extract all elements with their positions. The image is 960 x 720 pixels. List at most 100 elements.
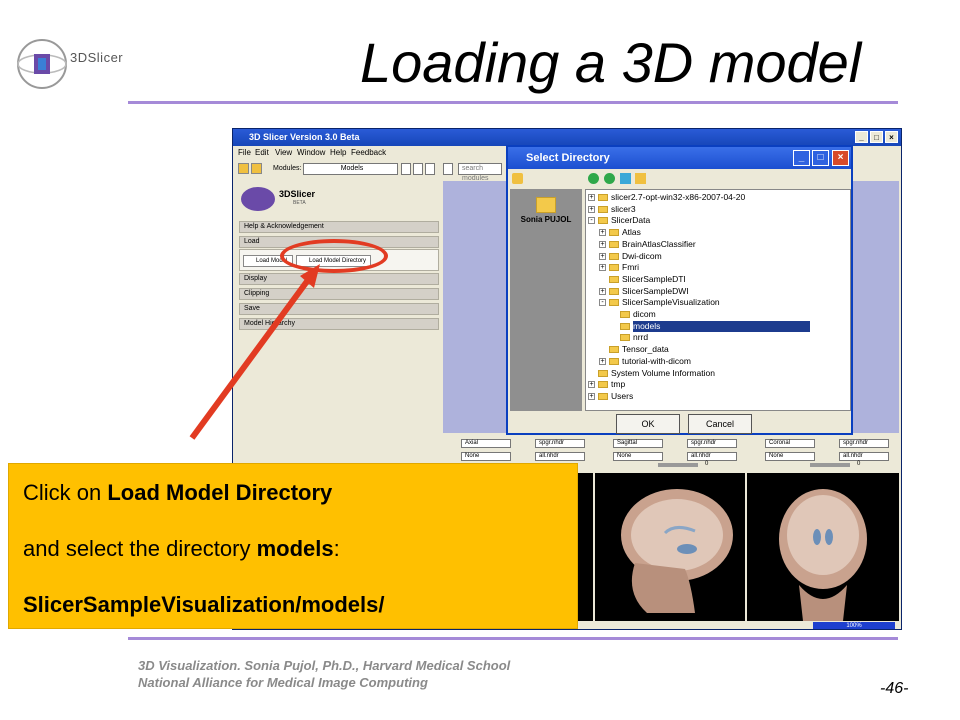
axial-label-select[interactable]: None: [461, 452, 511, 461]
coronal-orientation-select[interactable]: Coronal: [765, 439, 815, 448]
expand-icon[interactable]: +: [588, 381, 595, 389]
tree-item[interactable]: Tensor_data: [586, 344, 850, 355]
up-folder-icon[interactable]: [620, 173, 631, 184]
coronal-fg-select[interactable]: all.nhdr: [839, 452, 889, 461]
tree-item[interactable]: - SlicerSampleVisualization: [586, 297, 850, 308]
module-search-input[interactable]: search modules: [458, 163, 502, 182]
tree-item-label: nrrd: [633, 332, 649, 343]
tree-item[interactable]: + Fmri: [586, 262, 850, 273]
dialog-maximize-icon[interactable]: □: [812, 150, 829, 166]
menu-edit[interactable]: Edit: [255, 148, 269, 157]
tree-item[interactable]: System Volume Information: [586, 368, 850, 379]
callout-line-2: and select the directory models:: [23, 536, 340, 561]
coronal-volume-select[interactable]: spgr.nhdr: [839, 439, 889, 448]
page-number: -46-: [880, 680, 909, 697]
tree-item[interactable]: + Users: [586, 391, 850, 402]
collapse-icon[interactable]: -: [599, 299, 606, 307]
expand-icon[interactable]: +: [599, 287, 606, 295]
expand-icon[interactable]: +: [588, 205, 595, 213]
tree-item[interactable]: + tmp: [586, 379, 850, 390]
collapse-icon[interactable]: -: [588, 217, 595, 225]
folder-icon: [609, 264, 619, 272]
callout-line-1: Click on Load Model Directory: [23, 480, 333, 505]
tree-item[interactable]: + tutorial-with-dicom: [586, 356, 850, 367]
tree-item[interactable]: nrrd: [586, 332, 850, 343]
dialog-titlebar: Select Directory _ □ ×: [508, 147, 851, 169]
folder-icon: [620, 334, 630, 342]
favorites-icon[interactable]: [512, 173, 523, 184]
expand-icon[interactable]: +: [599, 229, 606, 237]
dialog-minimize-icon[interactable]: _: [793, 150, 810, 166]
directory-tree[interactable]: + slicer2.7-opt-win32-x86-2007-04-20 + slic…: [585, 189, 851, 411]
save-data-icon[interactable]: [251, 163, 262, 174]
expand-icon[interactable]: +: [599, 357, 606, 365]
expand-icon[interactable]: +: [588, 392, 595, 400]
tree-item[interactable]: models: [586, 320, 850, 332]
tree-item[interactable]: dicom: [586, 309, 850, 320]
tree-item-label: SlicerSampleDTI: [622, 273, 686, 284]
menu-window[interactable]: Window: [297, 148, 325, 157]
sagittal-label-select[interactable]: None: [613, 452, 663, 461]
footer-line-1: 3D Visualization. Sonia Pujol, Ph.D., Ha…: [138, 658, 511, 673]
cancel-button[interactable]: Cancel: [688, 414, 752, 434]
new-folder-icon[interactable]: [635, 173, 646, 184]
section-help[interactable]: Help & Acknowledgement: [239, 221, 439, 233]
coronal-slice-slider[interactable]: [810, 463, 850, 467]
maximize-icon[interactable]: □: [870, 131, 883, 143]
ok-button[interactable]: OK: [616, 414, 680, 434]
sagittal-orientation-select[interactable]: Sagittal: [613, 439, 663, 448]
sagittal-brain-image: [621, 489, 733, 613]
arrow-icon: [189, 264, 320, 440]
menu-file[interactable]: File: [238, 148, 251, 157]
module-history-icon[interactable]: [425, 163, 435, 175]
tree-item[interactable]: - SlicerData: [586, 215, 850, 226]
sagittal-slice-view[interactable]: [595, 473, 745, 621]
load-data-icon[interactable]: [238, 163, 249, 174]
expand-icon[interactable]: +: [599, 264, 606, 272]
tree-item[interactable]: + Dwi-dicom: [586, 251, 850, 262]
menu-feedback[interactable]: Feedback: [351, 148, 386, 157]
tree-item-label: Atlas: [622, 227, 641, 238]
coronal-label-select[interactable]: None: [765, 452, 815, 461]
tree-item[interactable]: SlicerSampleDTI: [586, 274, 850, 285]
module-refresh-icon[interactable]: [443, 163, 453, 175]
place-sonia-pujol[interactable]: Sonia PUJOL: [514, 215, 578, 224]
dialog-close-icon[interactable]: ×: [832, 150, 849, 166]
sagittal-volume-select[interactable]: spgr.nhdr: [687, 439, 737, 448]
module-prev-icon[interactable]: [401, 163, 411, 175]
tree-item[interactable]: + slicer2.7-opt-win32-x86-2007-04-20: [586, 192, 850, 203]
expand-icon[interactable]: +: [599, 240, 606, 248]
folder-icon: [598, 217, 608, 225]
progress-bar: 100%: [813, 622, 895, 629]
expand-icon[interactable]: +: [588, 194, 595, 201]
back-icon[interactable]: [588, 173, 599, 184]
folder-icon: [609, 240, 619, 248]
sagittal-slice-slider[interactable]: [658, 463, 698, 467]
modules-select[interactable]: Models: [303, 163, 398, 175]
tree-item-label: SlicerData: [611, 215, 651, 226]
places-pane: Sonia PUJOL: [510, 189, 582, 411]
close-icon[interactable]: ×: [885, 131, 898, 143]
axial-volume-select[interactable]: spgr.nhdr: [535, 439, 585, 448]
tree-item-label: tmp: [611, 379, 626, 390]
coronal-slice-view[interactable]: [747, 473, 899, 621]
tree-item[interactable]: + BrainAtlasClassifier: [586, 239, 850, 250]
tree-item[interactable]: + slicer3: [586, 204, 850, 215]
folder-icon: [598, 381, 608, 389]
tree-item[interactable]: + SlicerSampleDWI: [586, 286, 850, 297]
panel-logo-beta: BETA: [293, 200, 306, 206]
expand-icon[interactable]: +: [599, 252, 606, 260]
tree-item[interactable]: + Atlas: [586, 227, 850, 238]
forward-icon[interactable]: [604, 173, 615, 184]
minimize-icon[interactable]: _: [855, 131, 868, 143]
module-next-icon[interactable]: [413, 163, 423, 175]
place-folder-icon[interactable]: [536, 197, 556, 213]
slicer-window-title: 3D Slicer Version 3.0 Beta: [249, 132, 360, 142]
menu-view[interactable]: View: [275, 148, 292, 157]
folder-icon: [620, 311, 630, 318]
axial-orientation-select[interactable]: Axial: [461, 439, 511, 448]
axial-fg-select[interactable]: all.nhdr: [535, 452, 585, 461]
folder-icon: [609, 229, 619, 237]
menu-help[interactable]: Help: [330, 148, 346, 157]
sagittal-fg-select[interactable]: all.nhdr: [687, 452, 737, 461]
